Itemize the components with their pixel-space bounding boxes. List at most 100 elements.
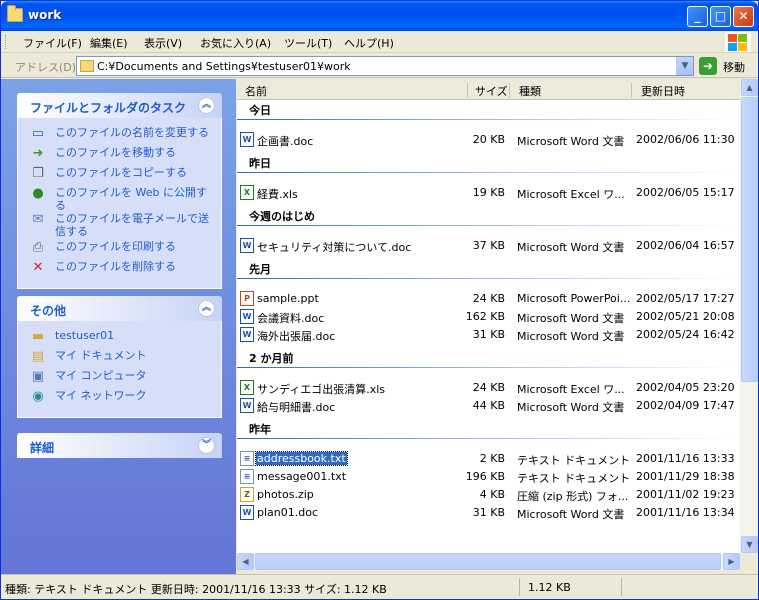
file-row[interactable]: ≡ addressbook.txt 2 KB テキスト ドキュメント 2001/11/1… [237,450,740,467]
task-publish-web[interactable]: ● このファイルを Web に公開する [30,186,211,212]
file-name: 会議資料.doc [257,312,325,325]
menu-tools[interactable]: ツール(T) [284,35,332,51]
file-name: サンディエゴ出張清算.xls [257,383,386,396]
file-list[interactable]: 名前 サイズ 種類 更新日時 今日 W 企画書.doc 20 KB Microsoft … [237,79,740,553]
scroll-up-button[interactable]: ▲ [741,79,758,96]
address-path: C:¥Documents and Settings¥testuser01¥wor… [97,60,351,73]
task-copy[interactable]: ❐ このファイルをコピーする [30,166,211,186]
address-dropdown-button[interactable]: ▼ [676,57,693,75]
file-row[interactable]: Zphotos.zip 4 KB 圧縮 (zip 形式) フォ... 2001/11/… [237,486,740,503]
menu-view[interactable]: 表示(V) [144,35,182,51]
vertical-scroll-thumb[interactable] [741,97,758,382]
zip-file-icon: Z [240,487,254,502]
horizontal-scroll-thumb[interactable] [255,553,721,570]
menu-file[interactable]: ファイル(F) [23,35,82,51]
group-header: 今週のはじめ [249,210,315,223]
collapse-chevron-icon[interactable]: ︽ [198,300,215,317]
file-row[interactable]: X 経費.xls 19 KB Microsoft Excel ワ... 2002/06/… [237,184,740,201]
file-type: Microsoft Word 文書 [517,135,625,148]
file-name: 海外出張届.doc [257,330,336,343]
task-print[interactable]: ⎙ このファイルを印刷する [30,240,211,260]
address-input[interactable]: C:¥Documents and Settings¥testuser01¥wor… [76,56,694,76]
file-row[interactable]: W 企画書.doc 20 KB Microsoft Word 文書 2002/06/06… [237,131,740,148]
task-pane: ファイルとフォルダのタスク ︽ ▭ このファイルの名前を変更する ➜ このファイルを… [1,79,236,575]
file-name: 企画書.doc [257,135,314,148]
file-modified: 2001/11/02 19:23 [636,488,735,501]
file-row[interactable]: W 会議資料.doc 162 KB Microsoft Word 文書 2002/05/… [237,308,740,325]
file-row[interactable]: ≡ message001.txt 196 KB テキスト ドキュメント 2001/11/… [237,468,740,485]
task-email[interactable]: ✉ このファイルを電子メールで送信する [30,212,211,240]
my-network-icon: ◉ [32,389,44,404]
column-size[interactable]: サイズ [475,83,508,99]
maximize-button[interactable]: □ [710,6,731,27]
file-size: 4 KB [479,488,505,501]
file-size: 37 KB [472,239,505,252]
collapse-chevron-icon[interactable]: ︽ [198,97,215,114]
word-file-icon: W [240,309,254,324]
file-size: 24 KB [472,292,505,305]
copy-icon: ❐ [32,166,44,181]
task-rename[interactable]: ▭ このファイルの名前を変更する [30,126,211,146]
file-row[interactable]: W 海外出張届.doc 31 KB Microsoft Word 文書 2002/05/… [237,326,740,343]
my-computer-icon: ▣ [31,369,45,384]
toolbar-grip[interactable] [5,35,8,49]
expand-chevron-icon[interactable]: ︾ [198,437,215,454]
place-testuser01[interactable]: ▬ testuser01 [30,329,211,349]
scroll-corner [740,553,757,570]
title-bar[interactable]: work _ □ ✕ [1,1,758,31]
file-row[interactable]: X サンディエゴ出張清算.xls 24 KB Microsoft Excel ワ...… [237,379,740,396]
status-size: 1.12 KB [528,581,571,594]
file-type: テキスト ドキュメント [517,454,631,467]
group-divider [237,172,737,173]
column-name[interactable]: 名前 [245,83,267,99]
file-size: 196 KB [465,470,505,483]
go-button[interactable]: 移動 [723,59,745,75]
file-type: Microsoft Excel ワ... [517,188,625,201]
file-row[interactable]: Wplan01.doc 31 KB Microsoft Word 文書 2001/11… [237,504,740,521]
file-type: Microsoft Word 文書 [517,508,625,521]
go-arrow-icon[interactable]: ➔ [699,57,717,75]
other-places-header[interactable]: その他 ︽ [17,296,222,321]
minimize-button[interactable]: _ [687,6,708,27]
task-delete[interactable]: ✕ このファイルを削除する [30,260,211,280]
file-folder-tasks-header[interactable]: ファイルとフォルダのタスク ︽ [17,93,222,118]
file-name: addressbook.txt [255,451,348,466]
scroll-down-button[interactable]: ▼ [741,536,758,553]
file-row[interactable]: W セキュリティ対策について.doc 37 KB Microsoft Word 文書 2… [237,237,740,254]
ppt-file-icon: P [240,291,254,306]
details-header[interactable]: 詳細 ︾ [17,433,222,458]
my-documents-icon: ▤ [31,349,45,364]
place-my-computer[interactable]: ▣ マイ コンピュータ [30,369,211,389]
horizontal-scrollbar[interactable]: ◀ ▶ [237,553,740,570]
close-button[interactable]: ✕ [733,6,754,27]
delete-icon: ✕ [32,260,44,275]
group-header: 昨日 [249,157,271,170]
details-title: 詳細 [30,441,55,455]
file-modified: 2002/05/21 20:08 [636,310,735,323]
file-modified: 2002/06/06 11:30 [636,133,735,146]
menu-help[interactable]: ヘルプ(H) [344,35,394,51]
window-title: work [28,8,62,22]
scroll-left-button[interactable]: ◀ [237,553,254,570]
file-name: message001.txt [257,470,347,483]
vertical-scrollbar[interactable]: ▲ ▼ [740,79,758,553]
file-type: Microsoft Word 文書 [517,241,625,254]
file-modified: 2002/06/05 15:17 [636,186,735,199]
menu-edit[interactable]: 編集(E) [90,35,128,51]
explorer-window: work _ □ ✕ ファイル(F) 編集(E) 表示(V) お気に入り(A) … [0,0,759,600]
file-name: photos.zip [257,488,314,501]
excel-file-icon: X [240,185,254,200]
scroll-right-button[interactable]: ▶ [723,553,740,570]
task-move[interactable]: ➜ このファイルを移動する [30,146,211,166]
column-type[interactable]: 種類 [519,83,541,99]
place-my-documents[interactable]: ▤ マイ ドキュメント [30,349,211,369]
group-divider [237,119,737,120]
column-modified[interactable]: 更新日時 [641,83,685,99]
file-row[interactable]: Psample.ppt 24 KB Microsoft PowerPoi... 200… [237,290,740,307]
file-folder-tasks-title: ファイルとフォルダのタスク [30,101,187,115]
menu-favorites[interactable]: お気に入り(A) [200,35,271,51]
place-my-network[interactable]: ◉ マイ ネットワーク [30,389,211,409]
file-modified: 2002/05/17 17:27 [636,292,735,305]
file-size: 31 KB [472,506,505,519]
file-row[interactable]: W 給与明細書.doc 44 KB Microsoft Word 文書 2002/04/… [237,397,740,414]
